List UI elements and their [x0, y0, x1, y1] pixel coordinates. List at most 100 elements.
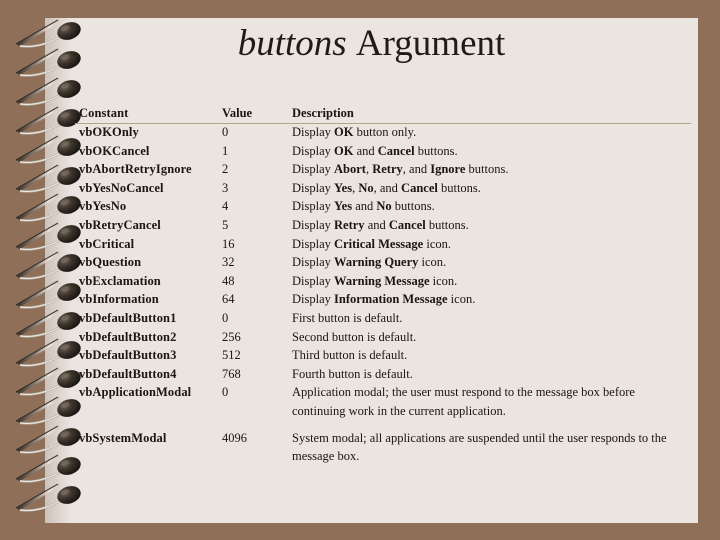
- description-text: Display: [292, 143, 335, 158]
- cell-description: System modal; all applications are suspe…: [292, 429, 691, 466]
- description-text: Application modal; the user must respond…: [292, 385, 635, 418]
- description-text: Display: [292, 273, 335, 288]
- description-emphasis: OK: [334, 125, 354, 139]
- description-emphasis: Warning Query: [334, 255, 419, 270]
- description-emphasis: Retry: [372, 162, 403, 177]
- cell-value: 32: [222, 255, 235, 270]
- description-text: Display: [292, 292, 335, 307]
- description-text: Display: [292, 236, 335, 251]
- description-text: buttons.: [414, 143, 458, 158]
- cell-value: 768: [222, 366, 241, 381]
- cell-constant: vbDefaultButton2: [79, 329, 177, 344]
- description-text: , and: [402, 162, 431, 177]
- cell-description: Display Abort, Retry, and Ignore buttons…: [292, 160, 691, 179]
- table-row: vbAbortRetryIgnore 2 Display Abort, Retry,…: [79, 160, 691, 179]
- description-text: System modal; all applications are suspe…: [292, 430, 667, 464]
- description-text: button only.: [353, 125, 417, 139]
- table-row: vbSystemModal 4096 System modal; all appli…: [79, 429, 691, 466]
- description-emphasis: OK: [334, 143, 354, 158]
- description-text: buttons.: [425, 217, 469, 232]
- description-text: First button is default.: [292, 310, 403, 325]
- description-text: Display: [292, 162, 335, 177]
- description-text: Display: [292, 125, 335, 139]
- cell-value: 16: [222, 236, 235, 251]
- table-row: vbDefaultButton4 768 Fourth button is defa…: [79, 365, 691, 384]
- description-emphasis: Warning Message: [334, 273, 430, 288]
- table-row: vbCritical 16 Display Critical Message ico…: [79, 235, 691, 254]
- description-text: and: [353, 143, 378, 158]
- cell-description: Display OK and Cancel buttons.: [292, 142, 691, 161]
- cell-value: 0: [222, 125, 229, 139]
- cell-description: Second button is default.: [292, 328, 691, 347]
- description-emphasis: Cancel: [377, 143, 415, 158]
- table-row: vbDefaultButton1 0 First button is default…: [79, 309, 691, 328]
- cell-constant: vbAbortRetryIgnore: [79, 162, 192, 177]
- cell-value: 0: [222, 385, 229, 400]
- description-emphasis: Yes: [334, 199, 353, 214]
- cell-constant: vbYesNoCancel: [79, 180, 164, 195]
- cell-description: Display Critical Message icon.: [292, 235, 691, 254]
- column-header-description: Description: [292, 106, 354, 120]
- description-emphasis: No: [376, 199, 392, 214]
- description-text: Third button is default.: [292, 348, 408, 363]
- cell-description: Fourth button is default.: [292, 365, 691, 384]
- description-text: icon.: [423, 236, 451, 251]
- table-row: vbDefaultButton2 256 Second button is defa…: [79, 328, 691, 347]
- table-row: vbExclamation 48 Display Warning Message i…: [79, 272, 691, 291]
- cell-description: Display Information Message icon.: [292, 290, 691, 309]
- table-row: vbYesNo 4 Display Yes and No buttons.: [79, 197, 691, 216]
- cell-description: Display Warning Message icon.: [292, 272, 691, 291]
- description-text: , and: [373, 180, 402, 195]
- cell-constant: vbExclamation: [79, 273, 161, 288]
- table-row: vbDefaultButton3 512 Third button is defau…: [79, 346, 691, 365]
- description-text: and: [352, 199, 377, 214]
- cell-constant: vbSystemModal: [79, 430, 167, 445]
- cell-value: 0: [222, 310, 229, 325]
- cell-constant: vbDefaultButton3: [79, 348, 177, 363]
- description-text: Second button is default.: [292, 329, 417, 344]
- cell-value: 256: [222, 329, 241, 344]
- cell-constant: vbYesNo: [79, 199, 127, 214]
- description-text: buttons.: [437, 180, 481, 195]
- cell-constant: vbInformation: [79, 292, 159, 307]
- description-text: buttons.: [391, 199, 435, 214]
- description-emphasis: Cancel: [388, 217, 426, 232]
- cell-description: Display OK button only.: [292, 123, 691, 142]
- description-emphasis: Critical Message: [334, 236, 424, 251]
- description-text: icon.: [447, 292, 476, 307]
- table-row: vbOKOnly 0 Display OK button only.: [79, 123, 691, 142]
- page-title: buttons Argument: [45, 22, 698, 66]
- table-body: vbOKOnly 0 Display OK button only. vbOKCanc…: [79, 123, 691, 466]
- cell-constant: vbOKCancel: [79, 143, 150, 158]
- cell-value: 2: [222, 162, 229, 177]
- description-text: Display: [292, 180, 335, 195]
- cell-value: 512: [222, 348, 241, 363]
- description-emphasis: Yes: [334, 180, 353, 195]
- cell-value: 48: [222, 273, 235, 288]
- cell-description: Display Yes, No, and Cancel buttons.: [292, 179, 691, 198]
- description-text: Display: [292, 217, 335, 232]
- table-row: vbYesNoCancel 3 Display Yes, No, and Cance…: [79, 179, 691, 198]
- description-text: icon.: [429, 273, 458, 288]
- description-emphasis: No: [358, 180, 374, 195]
- cell-description: Display Yes and No buttons.: [292, 197, 691, 216]
- cell-value: 1: [222, 143, 229, 158]
- description-text: and: [364, 217, 389, 232]
- cell-constant: vbDefaultButton4: [79, 366, 177, 381]
- column-header-value: Value: [222, 106, 253, 120]
- cell-value: 4: [222, 199, 229, 214]
- cell-description: Display Retry and Cancel buttons.: [292, 216, 691, 235]
- cell-description: First button is default.: [292, 309, 691, 328]
- cell-constant: vbQuestion: [79, 255, 142, 270]
- description-emphasis: Abort: [334, 162, 366, 177]
- cell-value: 5: [222, 217, 229, 232]
- page-title-italic: buttons: [237, 23, 347, 64]
- table-row: vbRetryCancel 5 Display Retry and Cancel b…: [79, 216, 691, 235]
- description-text: Display: [292, 255, 335, 270]
- page-title-regular: Argument: [355, 23, 506, 64]
- row-spacer: [79, 421, 691, 429]
- description-text: icon.: [418, 255, 447, 270]
- table-row: vbOKCancel 1 Display OK and Cancel buttons…: [79, 142, 691, 161]
- cell-value: 64: [222, 292, 235, 307]
- page-binding-shadow: [45, 18, 71, 523]
